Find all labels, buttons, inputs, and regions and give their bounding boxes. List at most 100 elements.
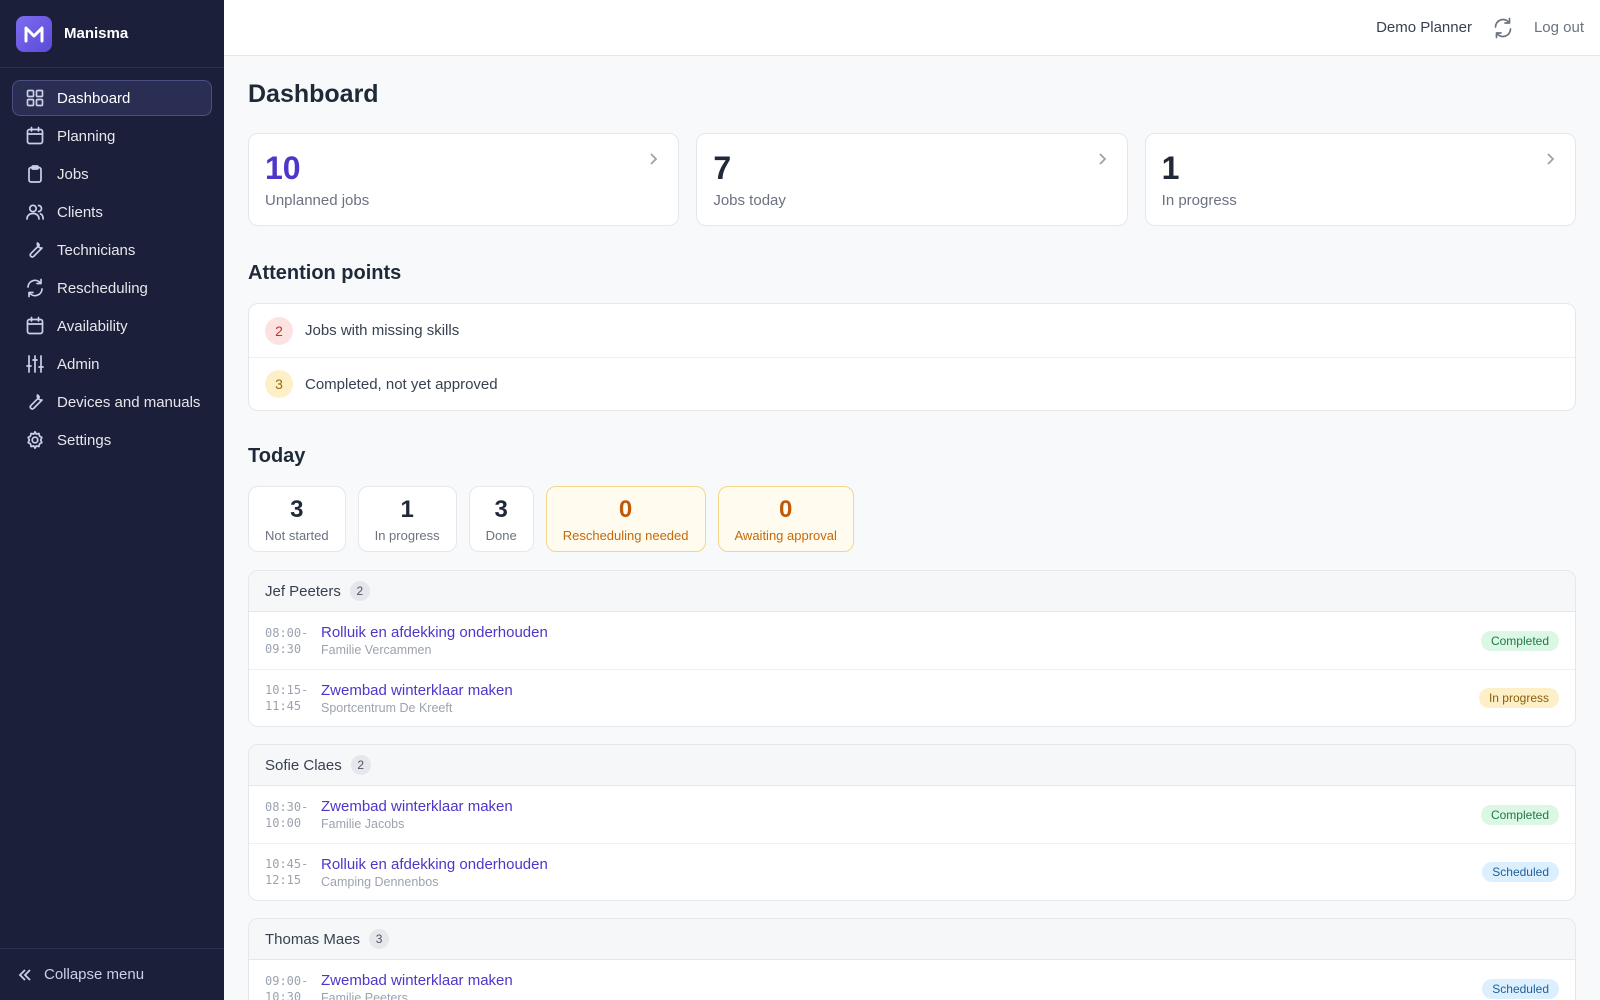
attention-points-list: 2 Jobs with missing skills 3 Completed, …	[248, 303, 1576, 411]
topbar: Demo Planner Log out	[224, 0, 1600, 56]
sidebar-item-rescheduling[interactable]: Rescheduling	[12, 270, 212, 306]
job-end-time: 10:30	[265, 989, 302, 1000]
chevron-right-icon	[1543, 152, 1557, 166]
sidebar-item-admin[interactable]: Admin	[12, 346, 212, 382]
job-row[interactable]: 08:30- 10:00 Zwembad winterklaar maken F…	[249, 786, 1575, 843]
stat-value: 7	[713, 150, 732, 186]
job-title-link[interactable]: Zwembad winterklaar maken	[321, 682, 1479, 699]
stat-label: In progress	[374, 527, 440, 543]
attention-item-not-approved[interactable]: 3 Completed, not yet approved	[249, 357, 1575, 410]
job-end-time: 12:15	[265, 873, 302, 887]
sidebar-item-planning[interactable]: Planning	[12, 118, 212, 154]
job-info: Zwembad winterklaar maken Familie Jacobs	[321, 798, 1481, 831]
stat-card-unplanned-jobs[interactable]: 10 Unplanned jobs	[248, 133, 680, 226]
technician-header: Jef Peeters 2	[249, 571, 1575, 612]
sidebar-item-label: Clients	[57, 203, 103, 221]
technician-group: Thomas Maes 3 09:00- 10:30 Zwembad winte…	[248, 918, 1576, 1000]
sidebar-item-clients[interactable]: Clients	[12, 194, 212, 230]
technician-header: Sofie Claes 2	[249, 745, 1575, 786]
today-title: Today	[248, 445, 306, 467]
job-title-link[interactable]: Rolluik en afdekking onderhouden	[321, 624, 1481, 641]
logout-link[interactable]: Log out	[1534, 19, 1584, 36]
job-client: Sportcentrum De Kreeft	[321, 700, 453, 715]
refresh-icon	[25, 278, 45, 298]
wrench-icon	[25, 240, 45, 260]
job-time: 08:30- 10:00	[265, 799, 321, 831]
sidebar-nav: Dashboard Planning Jobs Clients Technici…	[0, 68, 224, 458]
calendar-icon	[25, 126, 45, 146]
today-stat-not-started[interactable]: 3 Not started	[248, 486, 346, 552]
sidebar-item-label: Settings	[57, 431, 112, 449]
brand-name: Manisma	[64, 25, 129, 42]
job-info: Zwembad winterklaar maken Familie Peeter…	[321, 972, 1482, 1000]
sidebar-item-label: Devices and manuals	[57, 393, 201, 411]
attention-item-label: Jobs with missing skills	[305, 322, 460, 339]
today-stat-in-progress[interactable]: 1 In progress	[357, 486, 457, 552]
sidebar-item-label: Planning	[57, 127, 116, 145]
gear-icon	[25, 430, 45, 450]
sidebar-item-jobs[interactable]: Jobs	[12, 156, 212, 192]
today-stat-done[interactable]: 3 Done	[468, 486, 534, 552]
stat-label: Unplanned jobs	[265, 192, 370, 209]
stat-label: Done	[485, 527, 517, 543]
job-count-badge: 3	[369, 929, 390, 949]
collapse-menu-label: Collapse menu	[44, 966, 145, 983]
job-title-link[interactable]: Zwembad winterklaar maken	[321, 972, 1482, 989]
job-row[interactable]: 10:15- 11:45 Zwembad winterklaar maken S…	[249, 669, 1575, 726]
status-badge: Completed	[1480, 630, 1559, 651]
job-title-link[interactable]: Zwembad winterklaar maken	[321, 798, 1481, 815]
job-end-time: 11:45	[265, 699, 302, 713]
chevron-right-icon	[1095, 152, 1109, 166]
job-row[interactable]: 10:45- 12:15 Rolluik en afdekking onderh…	[249, 843, 1575, 900]
collapse-menu-button[interactable]: Collapse menu	[0, 948, 224, 1000]
stat-cards: 10 Unplanned jobs 7 Jobs today 1 In prog…	[248, 133, 1576, 226]
stat-label: Awaiting approval	[734, 527, 837, 543]
stat-value: 1	[400, 495, 414, 523]
sidebar-item-settings[interactable]: Settings	[12, 422, 212, 458]
stat-label: Rescheduling needed	[562, 527, 689, 543]
grid-icon	[25, 88, 45, 108]
attention-points-title: Attention points	[248, 262, 402, 284]
sidebar-item-label: Admin	[57, 355, 100, 373]
job-info: Rolluik en afdekking onderhouden Camping…	[321, 856, 1482, 889]
attention-item-missing-skills[interactable]: 2 Jobs with missing skills	[249, 304, 1575, 357]
job-title-link[interactable]: Rolluik en afdekking onderhouden	[321, 856, 1482, 873]
brand: Manisma	[0, 0, 224, 68]
job-info: Zwembad winterklaar maken Sportcentrum D…	[321, 682, 1479, 715]
sidebar-item-technicians[interactable]: Technicians	[12, 232, 212, 268]
today-stat-awaiting-approval[interactable]: 0 Awaiting approval	[717, 486, 854, 552]
status-badge: In progress	[1478, 688, 1559, 708]
chevron-right-icon	[646, 152, 660, 166]
sidebar-item-availability[interactable]: Availability	[12, 308, 212, 344]
stat-card-in-progress[interactable]: 1 In progress	[1144, 133, 1576, 226]
today-stat-rescheduling-needed[interactable]: 0 Rescheduling needed	[545, 486, 706, 552]
count-badge: 3	[265, 370, 293, 398]
job-row[interactable]: 08:00- 09:30 Rolluik en afdekking onderh…	[249, 612, 1575, 669]
stat-value: 0	[618, 495, 633, 523]
technician-group: Sofie Claes 2 08:30- 10:00 Zwembad winte…	[248, 744, 1576, 901]
status-badge: Completed	[1480, 804, 1559, 825]
wrench-icon	[25, 392, 45, 412]
job-start-time: 10:45-	[265, 857, 309, 871]
refresh-icon[interactable]	[1492, 17, 1514, 39]
job-time: 10:15- 11:45	[265, 682, 321, 714]
count-badge: 2	[265, 316, 293, 345]
job-time: 08:00- 09:30	[265, 625, 321, 657]
technician-name: Sofie Claes	[265, 756, 342, 774]
status-badge: Scheduled	[1482, 978, 1559, 999]
job-row[interactable]: 09:00- 10:30 Zwembad winterklaar maken F…	[249, 960, 1575, 1000]
sidebar-item-dashboard[interactable]: Dashboard	[12, 80, 212, 116]
technician-group: Jef Peeters 2 08:00- 09:30 Rolluik en af…	[248, 570, 1576, 727]
stat-card-jobs-today[interactable]: 7 Jobs today	[696, 133, 1128, 226]
clipboard-icon	[25, 164, 45, 184]
job-time: 09:00- 10:30	[265, 973, 321, 1000]
stat-value: 1	[1161, 150, 1180, 186]
sidebar: Manisma Dashboard Planning Jobs Clients …	[0, 0, 224, 1000]
sidebar-item-label: Dashboard	[57, 89, 131, 107]
stat-value: 3	[290, 495, 304, 523]
technician-name: Jef Peeters	[265, 582, 341, 600]
user-name[interactable]: Demo Planner	[1376, 19, 1472, 36]
brand-logo-icon[interactable]	[16, 15, 52, 52]
sidebar-item-devices-and-manuals[interactable]: Devices and manuals	[12, 384, 212, 420]
sliders-icon	[25, 354, 45, 374]
